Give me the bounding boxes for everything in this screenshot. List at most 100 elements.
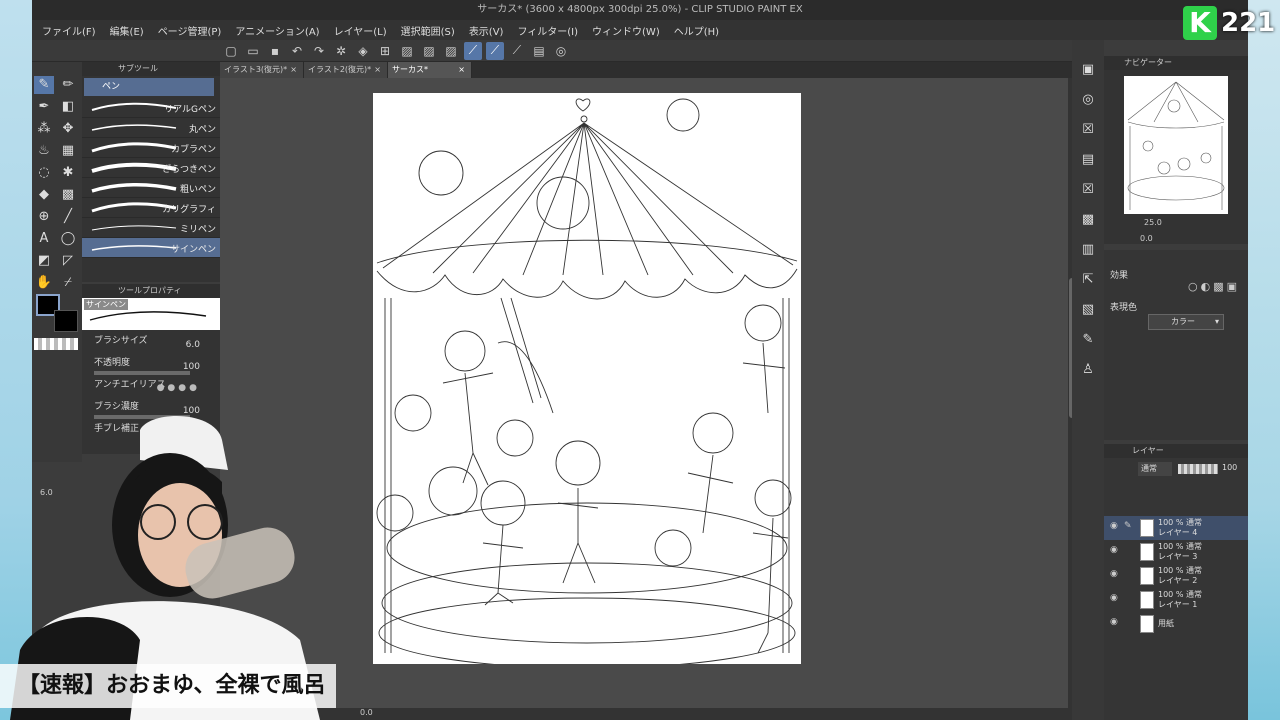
menu-view[interactable]: 表示(V)	[469, 23, 504, 38]
hand-tool-icon[interactable]: ✋	[34, 274, 54, 292]
menu-layer[interactable]: レイヤー(L)	[334, 23, 387, 38]
layer-row[interactable]: ◉ 100 % 通常 レイヤー 1	[1104, 588, 1248, 612]
expression-color-select[interactable]: カラー ▾	[1148, 314, 1224, 330]
brush-real-g-pen[interactable]: リアルGペン	[82, 98, 220, 118]
ruler-tool-icon[interactable]: ◸	[58, 252, 78, 270]
eye-icon[interactable]: ◉	[1110, 545, 1118, 555]
brush-coarse-pen[interactable]: 粗いペン	[82, 178, 220, 198]
transparent-color-swatch[interactable]	[34, 338, 78, 350]
antialias-options[interactable]: ●●●●	[157, 381, 200, 395]
brush-rough-pen[interactable]: ざらつきペン	[82, 158, 220, 178]
person-material-icon[interactable]: ♙	[1078, 360, 1098, 380]
opacity-row[interactable]: 不透明度 100	[82, 356, 220, 378]
tab-circus[interactable]: サーカス* ×	[388, 62, 472, 78]
frame-tool-icon[interactable]: ◩	[34, 252, 54, 270]
tab-close-icon[interactable]: ×	[458, 62, 465, 78]
pencil-tool-icon[interactable]: ✏	[58, 76, 78, 94]
edit-panel-icon[interactable]: ✎	[1078, 330, 1098, 350]
brush-kabura-pen[interactable]: カブラペン	[82, 138, 220, 158]
navigator-thumbnail[interactable]	[1124, 76, 1228, 214]
library-icon[interactable]: ▥	[1078, 240, 1098, 260]
menu-file[interactable]: ファイル(F)	[42, 23, 96, 38]
close-panel-icon[interactable]: ☒	[1078, 180, 1098, 200]
material-panel-icon[interactable]: ▣	[1078, 60, 1098, 80]
magic-wand-icon[interactable]: ✱	[58, 164, 78, 182]
fill-icon[interactable]: ◈	[354, 42, 372, 60]
pen-tool-icon[interactable]: ✎	[34, 76, 54, 94]
image-material-icon[interactable]: ▧	[1078, 300, 1098, 320]
snap-grid-icon[interactable]: ▨	[420, 42, 438, 60]
figure-tool-icon[interactable]: ╱	[58, 208, 78, 226]
snap-ruler-icon[interactable]: ▨	[442, 42, 460, 60]
layer-opacity-slider[interactable]	[1178, 464, 1218, 474]
save-icon[interactable]: ▪	[266, 42, 284, 60]
layer-row[interactable]: ◉ ✎ 100 % 通常 レイヤー 4	[1104, 516, 1248, 540]
layer-row-paper[interactable]: ◉ 用紙	[1104, 612, 1248, 636]
menu-selection[interactable]: 選択範囲(S)	[401, 23, 455, 38]
brush-tool-icon[interactable]: ✒	[34, 98, 54, 116]
open-folder-icon[interactable]: ▭	[244, 42, 262, 60]
clear-icon[interactable]: ✲	[332, 42, 350, 60]
opacity-slider[interactable]	[94, 371, 190, 375]
eye-icon[interactable]: ◉	[1110, 521, 1118, 531]
export-icon[interactable]: ⇱	[1078, 270, 1098, 290]
layer-opacity-value[interactable]: 100	[1222, 463, 1237, 472]
snap-icon[interactable]: ▨	[398, 42, 416, 60]
grid-tool-icon[interactable]: ▦	[58, 142, 78, 160]
text-tool-icon[interactable]: A	[34, 230, 54, 248]
navigator-rotation[interactable]: 0.0	[1140, 234, 1153, 243]
eye-icon[interactable]: ◉	[1110, 617, 1118, 627]
fill-tool-icon[interactable]: ◆	[34, 186, 54, 204]
camera-icon[interactable]: ▤	[1078, 150, 1098, 170]
drawing-canvas[interactable]	[373, 93, 801, 669]
decoration-tool-icon[interactable]: ⁂	[34, 120, 54, 138]
transform-icon[interactable]: ⊞	[376, 42, 394, 60]
menu-page[interactable]: ページ管理(P)	[158, 23, 222, 38]
blend-tool-icon[interactable]: ♨	[34, 142, 54, 160]
tab-illust3[interactable]: イラスト3(復元)* ×	[220, 62, 304, 78]
eyedropper-icon[interactable]: ⌿	[58, 274, 78, 292]
object-tool-icon[interactable]: ⊕	[34, 208, 54, 226]
eraser-tool-icon[interactable]: ◧	[58, 98, 78, 116]
menu-animation[interactable]: アニメーション(A)	[235, 23, 319, 38]
search-icon[interactable]: ◎	[1078, 90, 1098, 110]
menu-help[interactable]: ヘルプ(H)	[674, 23, 719, 38]
menu-filter[interactable]: フィルター(I)	[517, 23, 578, 38]
brush-size-row[interactable]: ブラシサイズ 6.0	[82, 334, 220, 356]
pattern-icon[interactable]: ▩	[1078, 210, 1098, 230]
brush-calligraphy[interactable]: カリグラフィ	[82, 198, 220, 218]
lasso-tool-icon[interactable]: ◌	[34, 164, 54, 182]
special-ruler-snap-icon[interactable]: ⟋	[486, 41, 504, 60]
navigator-zoom[interactable]: 25.0	[1144, 218, 1162, 227]
tab-close-icon[interactable]: ×	[290, 62, 297, 78]
menu-edit[interactable]: 編集(E)	[110, 23, 144, 38]
menu-window[interactable]: ウィンドウ(W)	[592, 23, 660, 38]
ruler-snap-icon[interactable]: ⟋	[464, 41, 482, 60]
move-tool-icon[interactable]: ✥	[58, 120, 78, 138]
record-icon[interactable]: ◎	[552, 42, 570, 60]
brush-maru-pen[interactable]: 丸ペン	[82, 118, 220, 138]
document-icon[interactable]: ▤	[530, 42, 548, 60]
gradient-tool-icon[interactable]: ▩	[58, 186, 78, 204]
sub-color-swatch[interactable]	[54, 310, 78, 332]
brush-sign-pen[interactable]: サインペン	[82, 238, 220, 258]
grid-snap-icon[interactable]: ⟋	[508, 42, 526, 60]
undo-icon[interactable]: ↶	[288, 42, 306, 60]
eye-icon[interactable]: ◉	[1110, 569, 1118, 579]
brush-milli-pen[interactable]: ミリペン	[82, 218, 220, 238]
balloon-tool-icon[interactable]: ◯	[58, 230, 78, 248]
eye-icon[interactable]: ◉	[1110, 593, 1118, 603]
layer-row[interactable]: ◉ 100 % 通常 レイヤー 3	[1104, 540, 1248, 564]
redo-icon[interactable]: ↷	[310, 42, 328, 60]
new-file-icon[interactable]: ▢	[222, 42, 240, 60]
status-zoom[interactable]: 0.0	[360, 708, 373, 717]
antialias-row[interactable]: アンチエイリアス ●●●●	[82, 378, 220, 400]
effects-buttons[interactable]: ○◐▩▣	[1188, 280, 1240, 293]
tab-close-icon[interactable]: ×	[374, 62, 381, 78]
brush-size-value[interactable]: 6.0	[186, 338, 200, 352]
blend-mode-select[interactable]: 通常	[1138, 462, 1172, 476]
tab-illust2[interactable]: イラスト2(復元)* ×	[304, 62, 388, 78]
subtool-group-tab[interactable]: ペン	[84, 78, 214, 96]
layer-row[interactable]: ◉ 100 % 通常 レイヤー 2	[1104, 564, 1248, 588]
canvas-workspace[interactable]	[220, 78, 1068, 710]
